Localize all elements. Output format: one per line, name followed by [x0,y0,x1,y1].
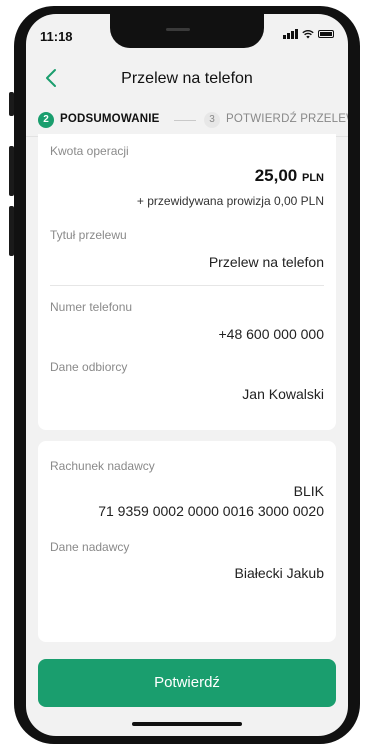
status-icons [283,29,334,39]
confirm-button[interactable]: Potwierdź [38,659,336,707]
title-value: Przelew na telefon [208,254,324,270]
account-number: 71 9359 0002 0000 0016 3000 0020 [98,503,324,519]
status-time: 11:18 [40,29,73,44]
nav-bar: Przelew na telefon [26,62,348,96]
status-bar: 11:18 [26,14,348,54]
wifi-icon [302,29,314,39]
sender-card: Rachunek nadawcy BLIK 71 9359 0002 0000 … [38,441,336,642]
side-button-mute [9,92,14,116]
title-label: Tytuł przelewu [50,228,127,242]
amount-value: 25,00 PLN [255,166,324,186]
sender-value: Białecki Jakub [234,565,325,581]
speaker-grill [166,28,190,31]
page-title: Przelew na telefon [121,70,253,87]
battery-icon [318,30,334,38]
recipient-label: Dane odbiorcy [50,360,128,374]
phone-label: Numer telefonu [50,300,133,314]
step-active-label: PODSUMOWANIE [60,113,160,125]
amount-number: 25,00 [254,166,298,185]
fee-note: + przewidywana prowizja 0,00 PLN [136,194,324,208]
step-next-number: 3 [204,112,220,128]
amount-currency: PLN [302,172,324,184]
account-name: BLIK [293,483,324,499]
summary-card: Kwota operacji 25,00 PLN + przewidywana … [38,134,336,430]
step-active-number: 2 [38,112,54,128]
divider [50,285,324,286]
notch [110,14,264,48]
sender-label: Dane nadawcy [50,540,130,554]
side-button-volume-up [9,146,14,196]
screen: 11:18 Przelew na telefon 2 PODSUMOWANIE … [26,14,348,736]
account-label: Rachunek nadawcy [50,459,155,473]
signal-icon [283,29,298,39]
recipient-value: Jan Kowalski [242,386,324,402]
side-button-volume-down [9,206,14,256]
phone-value: +48 600 000 000 [218,326,325,342]
amount-label: Kwota operacji [50,144,129,158]
step-next-label: POTWIERDŹ PRZELEW [226,113,348,125]
home-indicator [132,722,242,726]
step-indicator: 2 PODSUMOWANIE 3 POTWIERDŹ PRZELEW [26,108,348,137]
step-connector [174,120,196,121]
